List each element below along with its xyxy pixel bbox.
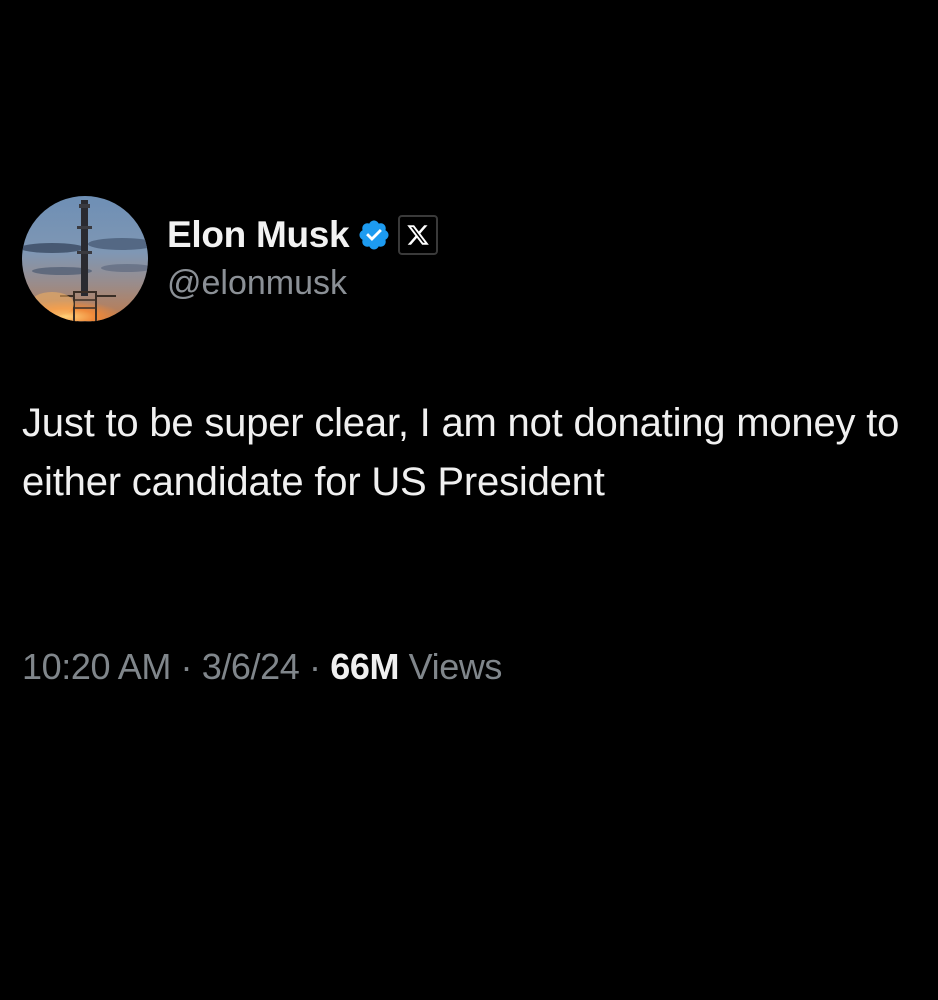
tweet-date[interactable]: 3/6/24 [202,646,300,687]
tweet-meta: 10:20 AM · 3/6/24 · 66M Views [22,646,502,688]
views-label: Views [399,646,503,687]
avatar[interactable] [22,196,148,322]
tweet-time[interactable]: 10:20 AM [22,646,171,687]
avatar-image [22,196,148,322]
meta-separator: · [299,646,331,687]
verified-badge-icon [357,218,391,252]
author-handle[interactable]: @elonmusk [167,264,347,303]
author-name-row: Elon Musk [167,209,439,261]
tweet-card: Elon Musk @elonmusk Just to be super cle… [0,0,938,1000]
author-display-name[interactable]: Elon Musk [167,214,350,256]
x-logo-icon[interactable] [398,215,439,255]
tweet-text: Just to be super clear, I am not donatin… [22,401,900,504]
meta-separator: · [170,646,202,687]
views-count: 66M [330,646,400,687]
